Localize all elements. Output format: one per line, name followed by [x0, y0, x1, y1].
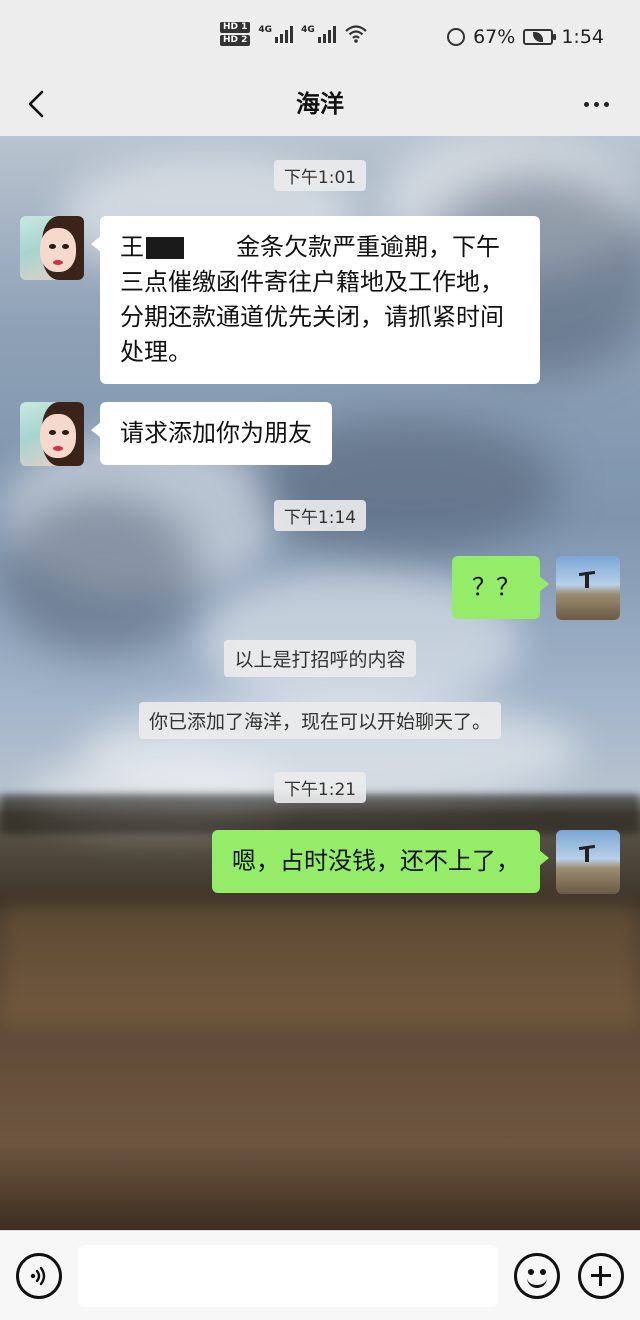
- more-dot: [603, 101, 609, 107]
- system-message-text: 你已添加了海洋，现在可以开始聊天了。: [138, 702, 501, 739]
- wifi-icon: [344, 25, 367, 43]
- alarm-icon: [447, 28, 466, 46]
- status-left: HD 1 HD 2 4G 4G: [220, 22, 368, 46]
- system-message: 以上是打招呼的内容: [0, 640, 640, 677]
- user-avatar[interactable]: [556, 830, 620, 894]
- timestamp-label: 下午1:21: [273, 772, 367, 803]
- network-type-label: 4G: [258, 25, 273, 35]
- signal-icon-2: 4G: [301, 25, 336, 43]
- emoji-icon-eye: [540, 1269, 546, 1275]
- timestamp: 下午1:01: [0, 160, 640, 191]
- message-text: ？？: [472, 573, 520, 601]
- system-message: 你已添加了海洋，现在可以开始聊天了。: [0, 702, 640, 739]
- user-avatar[interactable]: [556, 556, 620, 620]
- network-type-label-2: 4G: [301, 25, 315, 35]
- timestamp-label: 下午1:14: [273, 500, 367, 531]
- redaction-block: [146, 237, 184, 259]
- timestamp-label: 下午1:01: [273, 160, 367, 191]
- battery-icon: [523, 29, 557, 45]
- hd-indicator: HD 1 HD 2: [220, 22, 251, 46]
- emoji-icon: [527, 1276, 547, 1288]
- message-input[interactable]: [78, 1245, 498, 1307]
- message-text-line1: 金条欠款严重逾期，下午: [236, 233, 500, 261]
- hd2-badge: HD 2: [220, 35, 251, 46]
- leaf-icon: [533, 32, 544, 42]
- timestamp: 下午1:14: [0, 500, 640, 531]
- clock: 1:54: [561, 26, 604, 48]
- contact-avatar[interactable]: [20, 216, 84, 280]
- message-text: 请求添加你为朋友: [120, 419, 312, 447]
- voice-button[interactable]: [16, 1253, 62, 1299]
- chat-title: 海洋: [296, 90, 344, 118]
- emoji-button[interactable]: [514, 1253, 560, 1299]
- signal-icon: 4G: [258, 25, 294, 43]
- hd1-badge: HD 1: [220, 22, 251, 33]
- timestamp: 下午1:21: [0, 772, 640, 803]
- message-bubble-sent[interactable]: 嗯，占时没钱，还不上了，: [212, 830, 549, 893]
- chevron-left-icon: [28, 90, 44, 118]
- input-bar: [0, 1230, 640, 1320]
- back-button[interactable]: [18, 86, 54, 122]
- more-button[interactable]: [574, 90, 618, 118]
- more-dot: [583, 101, 589, 107]
- chat-area[interactable]: 下午1:01 王 金条欠款严重逾期，下午三点催缴函件寄往户籍地及工作地，分期还款通…: [0, 136, 640, 1230]
- voice-icon: [30, 1266, 46, 1286]
- system-message-text: 以上是打招呼的内容: [224, 640, 416, 677]
- status-right: 67% 1:54: [447, 26, 604, 48]
- message-bubble-sent[interactable]: ？？: [452, 556, 549, 619]
- nav-bar: 海洋: [0, 72, 640, 136]
- emoji-icon-eye: [528, 1269, 534, 1275]
- message-prefix: 王: [120, 233, 144, 261]
- message-text: 嗯，占时没钱，还不上了，: [232, 847, 520, 875]
- message-text: 三点催缴函件寄往户籍地及工作地，分期还款通道优先关闭，请抓紧时间处理。: [120, 268, 504, 366]
- battery-percent: 67%: [473, 26, 516, 48]
- message-bubble-received[interactable]: 王 金条欠款严重逾期，下午三点催缴函件寄往户籍地及工作地，分期还款通道优先关闭，请…: [91, 216, 540, 384]
- plus-button[interactable]: [578, 1253, 624, 1299]
- more-dot: [593, 101, 599, 107]
- contact-avatar[interactable]: [20, 402, 84, 466]
- status-bar: HD 1 HD 2 4G 4G 67% 1:54: [0, 0, 640, 72]
- message-bubble-received[interactable]: 请求添加你为朋友: [91, 402, 332, 465]
